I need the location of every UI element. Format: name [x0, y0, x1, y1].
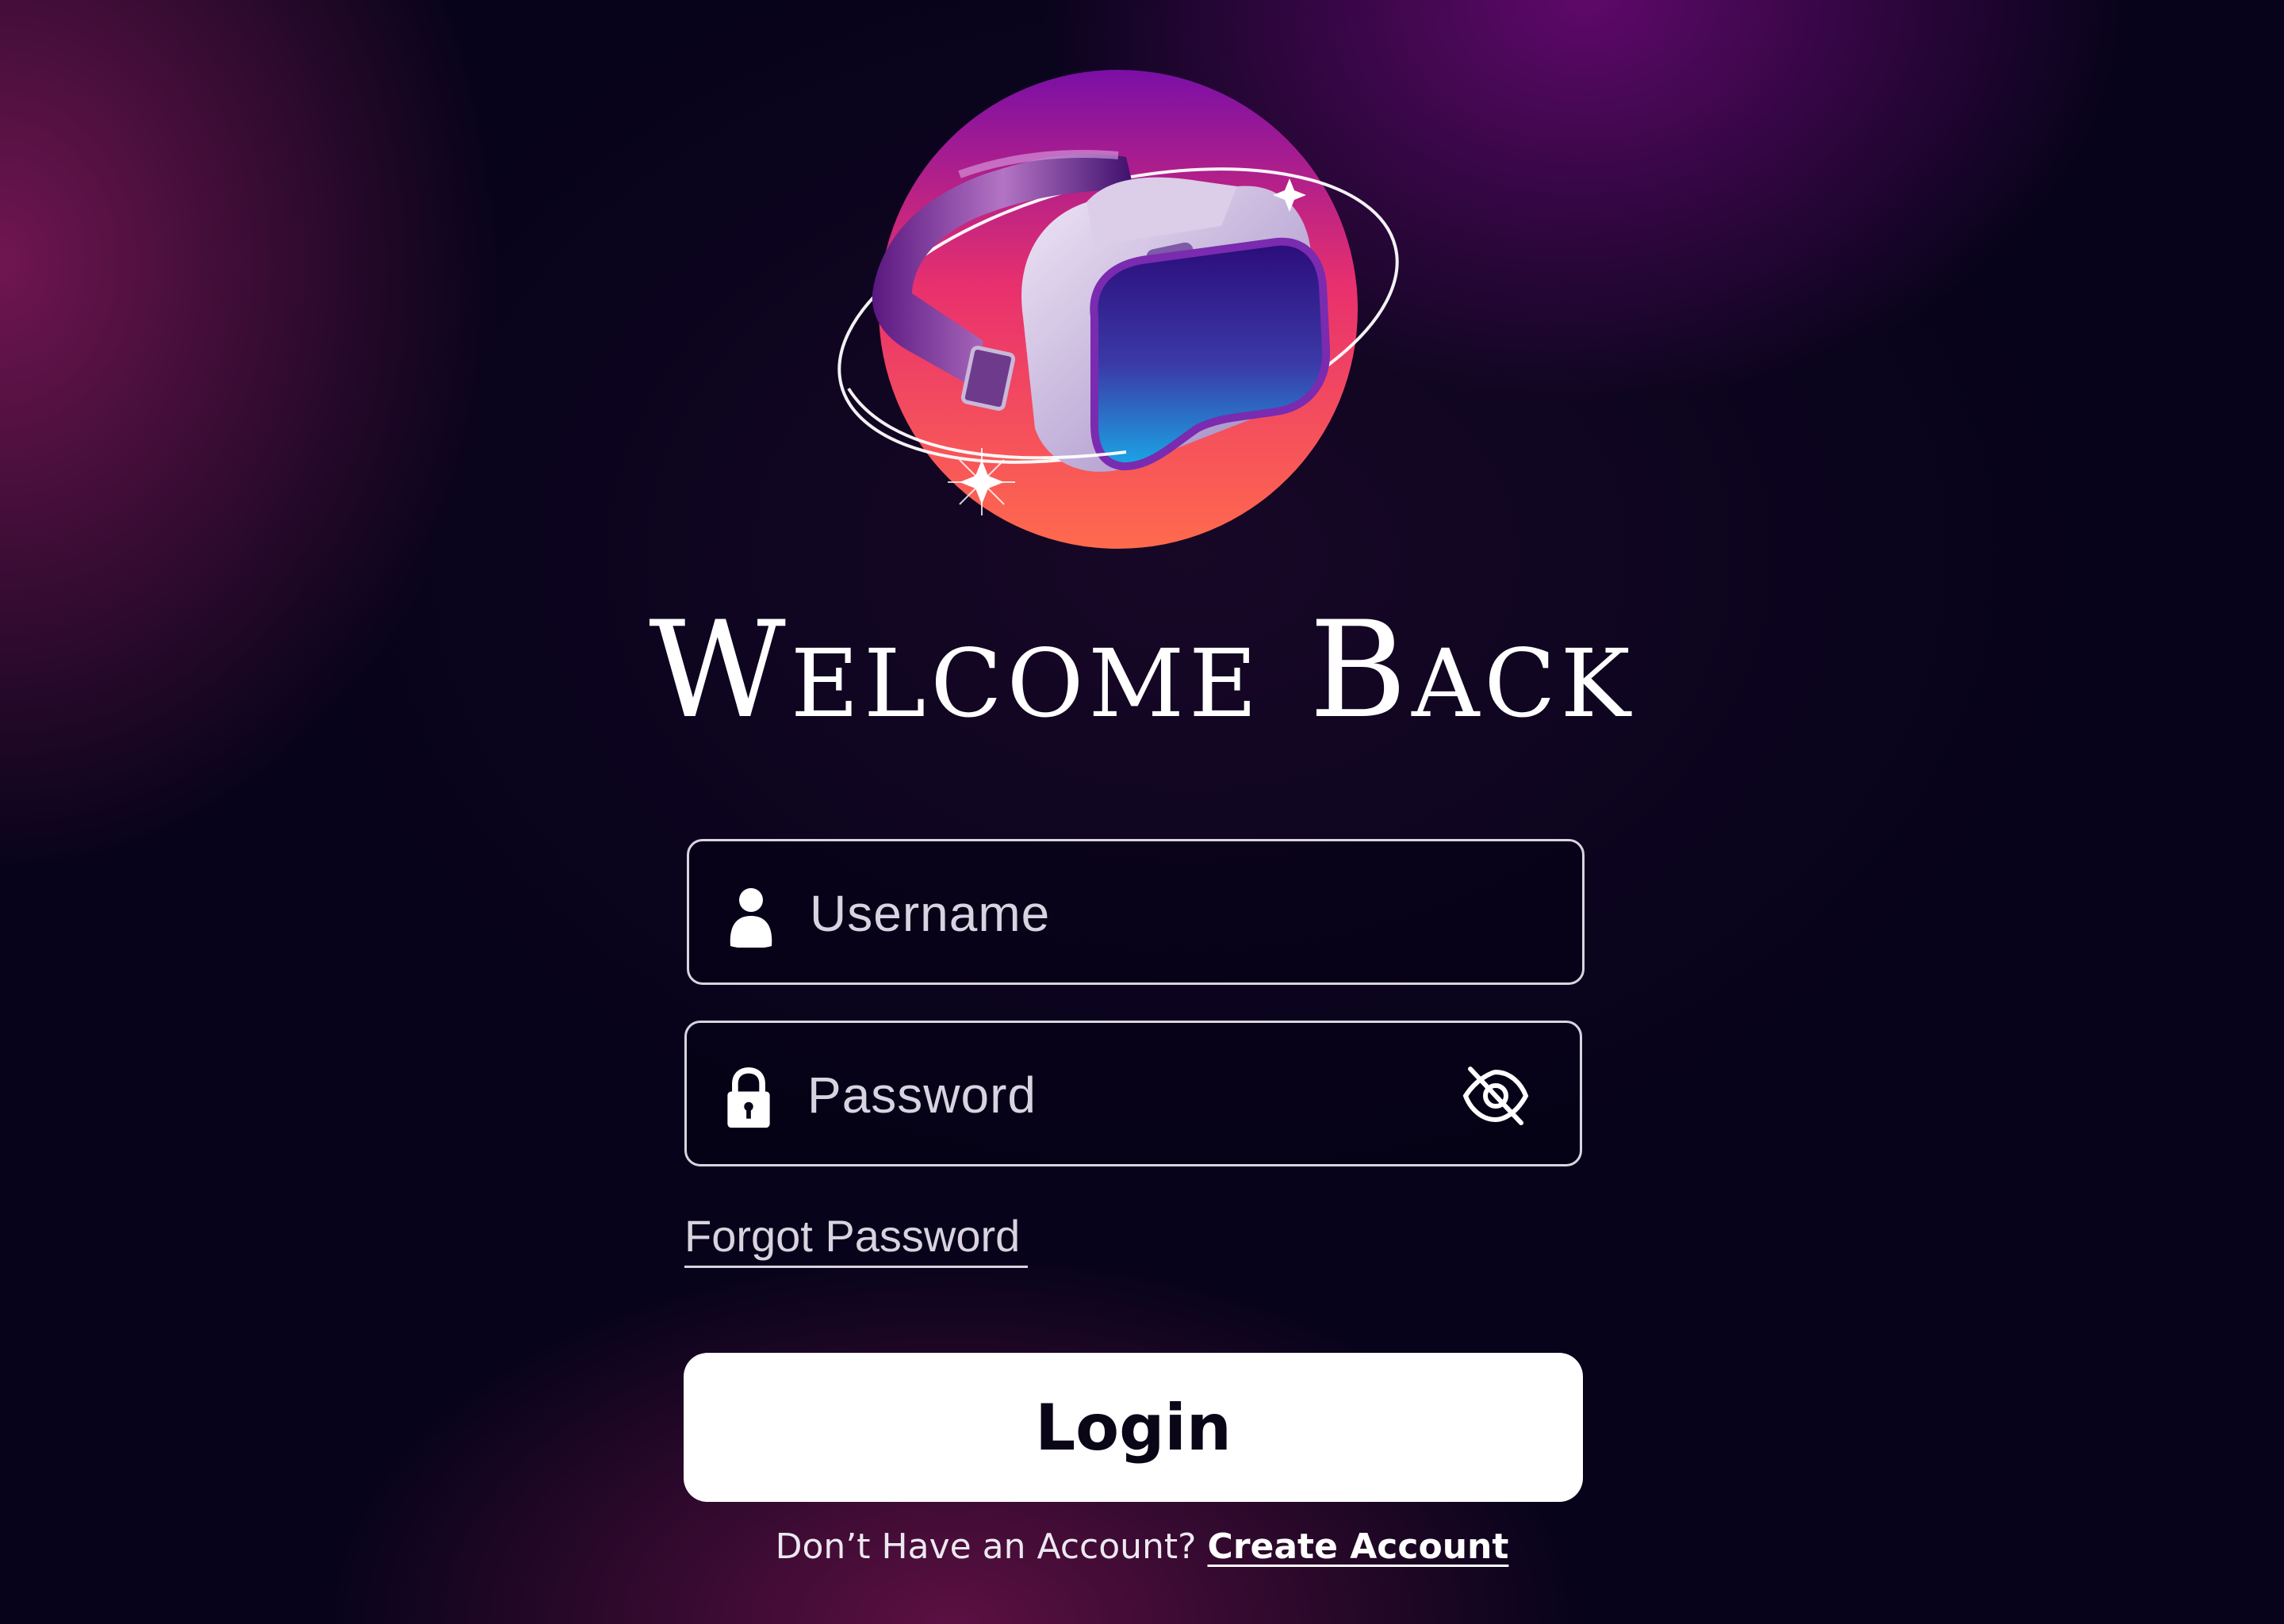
forgot-password-link[interactable]: Forgot Password: [684, 1208, 1029, 1268]
vr-headset-logo: [837, 70, 1399, 549]
lock-icon: [727, 1067, 770, 1128]
signup-prompt: Don’t Have an Account? Create Account: [0, 1521, 2284, 1573]
eye-slash-icon[interactable]: [1461, 1064, 1531, 1128]
password-input[interactable]: [806, 1055, 1428, 1136]
password-field[interactable]: [684, 1021, 1582, 1166]
user-icon: [730, 888, 772, 948]
create-account-link[interactable]: Create Account: [1208, 1526, 1509, 1567]
login-button[interactable]: Login: [684, 1353, 1583, 1502]
signup-prompt-text: Don’t Have an Account?: [775, 1526, 1197, 1567]
username-input[interactable]: [808, 873, 1430, 954]
page-title: Welcome Back: [649, 592, 1635, 748]
username-field[interactable]: [687, 839, 1585, 985]
